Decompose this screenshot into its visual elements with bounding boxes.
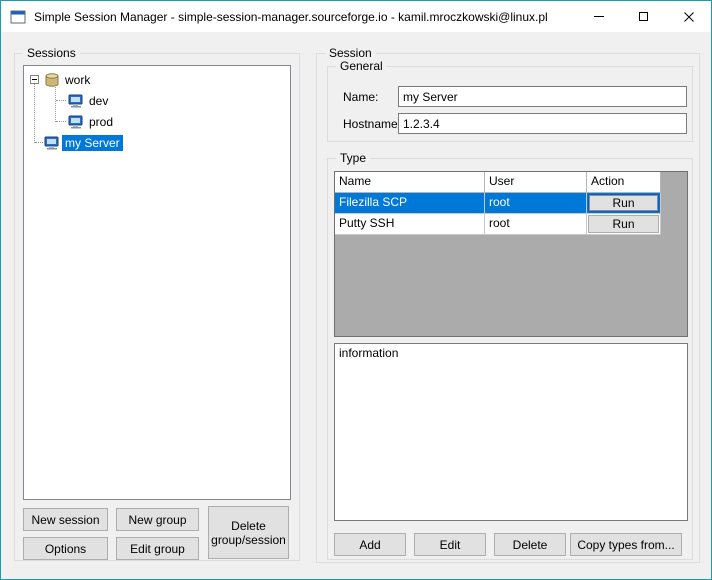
tree-node-prod[interactable]: prod <box>24 111 290 132</box>
tree-node-label[interactable]: prod <box>86 114 116 130</box>
tree-node-label[interactable]: dev <box>86 93 111 109</box>
grid-row-filezilla[interactable]: Filezilla SCP root Run <box>335 193 687 214</box>
titlebar[interactable]: Simple Session Manager - simple-session-… <box>1 1 711 32</box>
general-groupbox-label: General <box>336 59 387 74</box>
type-groupbox-label: Type <box>336 151 371 166</box>
grid-cell-user[interactable]: root <box>485 193 587 214</box>
tree-node-dev[interactable]: dev <box>24 90 290 111</box>
add-button[interactable]: Add <box>334 533 406 556</box>
edit-group-button[interactable]: Edit group <box>116 537 199 560</box>
hostname-input[interactable] <box>398 113 687 134</box>
types-grid: Name User Action Filezilla SCP root Run … <box>334 171 688 337</box>
maximize-button-icon[interactable] <box>621 1 666 32</box>
minimize-button-icon[interactable] <box>576 1 621 32</box>
session-computer-icon <box>68 114 84 130</box>
new-session-button[interactable]: New session <box>23 508 108 531</box>
app-window: Simple Session Manager - simple-session-… <box>0 0 712 580</box>
app-icon[interactable] <box>10 9 26 25</box>
edit-button[interactable]: Edit <box>414 533 486 556</box>
tree-node-my-server[interactable]: my Server <box>24 132 290 153</box>
session-computer-icon <box>44 135 60 151</box>
tree-node-label[interactable]: work <box>62 72 93 88</box>
sessions-groupbox: Sessions work dev prod my Server New ses… <box>14 46 300 561</box>
window-title: Simple Session Manager - simple-session-… <box>34 9 548 24</box>
collapse-minus-icon[interactable] <box>30 75 39 84</box>
options-button[interactable]: Options <box>23 537 108 560</box>
tree-node-label[interactable]: my Server <box>62 134 123 151</box>
group-icon <box>44 72 60 88</box>
sessions-groupbox-label: Sessions <box>23 46 80 61</box>
grid-header-row: Name User Action <box>335 172 687 193</box>
information-box[interactable]: information <box>334 343 688 521</box>
grid-cell-action: Run <box>587 214 661 235</box>
grid-row-putty[interactable]: Putty SSH root Run <box>335 214 687 235</box>
grid-cell-name[interactable]: Filezilla SCP <box>335 193 485 214</box>
caption-buttons <box>576 1 711 32</box>
name-input[interactable] <box>398 86 687 107</box>
grid-cell-name[interactable]: Putty SSH <box>335 214 485 235</box>
run-button[interactable]: Run <box>588 215 659 233</box>
run-button[interactable]: Run <box>588 194 659 212</box>
type-groupbox: Type Name User Action Filezilla SCP root… <box>327 151 693 560</box>
sessions-tree: work dev prod my Server <box>23 65 291 500</box>
grid-cell-user[interactable]: root <box>485 214 587 235</box>
grid-header-name[interactable]: Name <box>335 172 485 193</box>
grid-cell-action: Run <box>587 193 661 214</box>
session-computer-icon <box>68 93 84 109</box>
session-groupbox: Session General Name: Hostname: Type Nam… <box>316 46 700 563</box>
grid-header-user[interactable]: User <box>485 172 587 193</box>
delete-group-session-button[interactable]: Delete group/session <box>208 506 289 559</box>
grid-header-action[interactable]: Action <box>587 172 661 193</box>
tree-node-work[interactable]: work <box>24 69 290 90</box>
close-button-icon[interactable] <box>666 1 711 32</box>
copy-types-from-button[interactable]: Copy types from... <box>570 533 682 556</box>
delete-button[interactable]: Delete <box>494 533 566 556</box>
new-group-button[interactable]: New group <box>116 508 199 531</box>
name-label: Name: <box>343 90 379 104</box>
hostname-label: Hostname: <box>343 117 402 131</box>
general-groupbox: General Name: Hostname: <box>327 59 693 142</box>
